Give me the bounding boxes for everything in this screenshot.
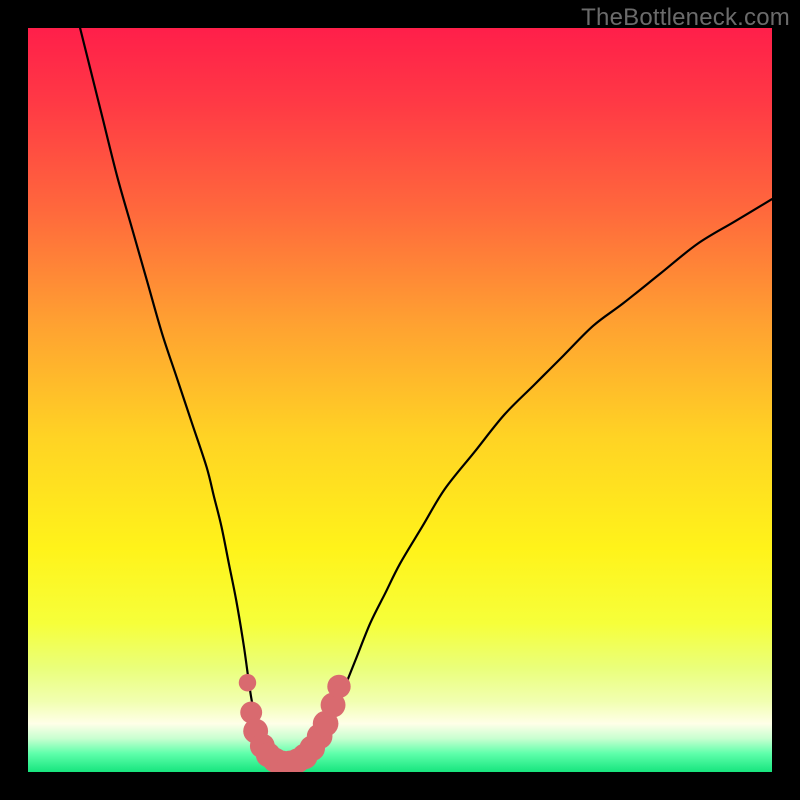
outer-frame: TheBottleneck.com: [0, 0, 800, 800]
watermark-text: TheBottleneck.com: [581, 4, 790, 32]
bottleneck-chart: [28, 28, 772, 772]
marker-dot: [239, 674, 256, 691]
marker-dot: [327, 675, 350, 698]
gradient-background: [28, 28, 772, 772]
plot-area: [28, 28, 772, 772]
